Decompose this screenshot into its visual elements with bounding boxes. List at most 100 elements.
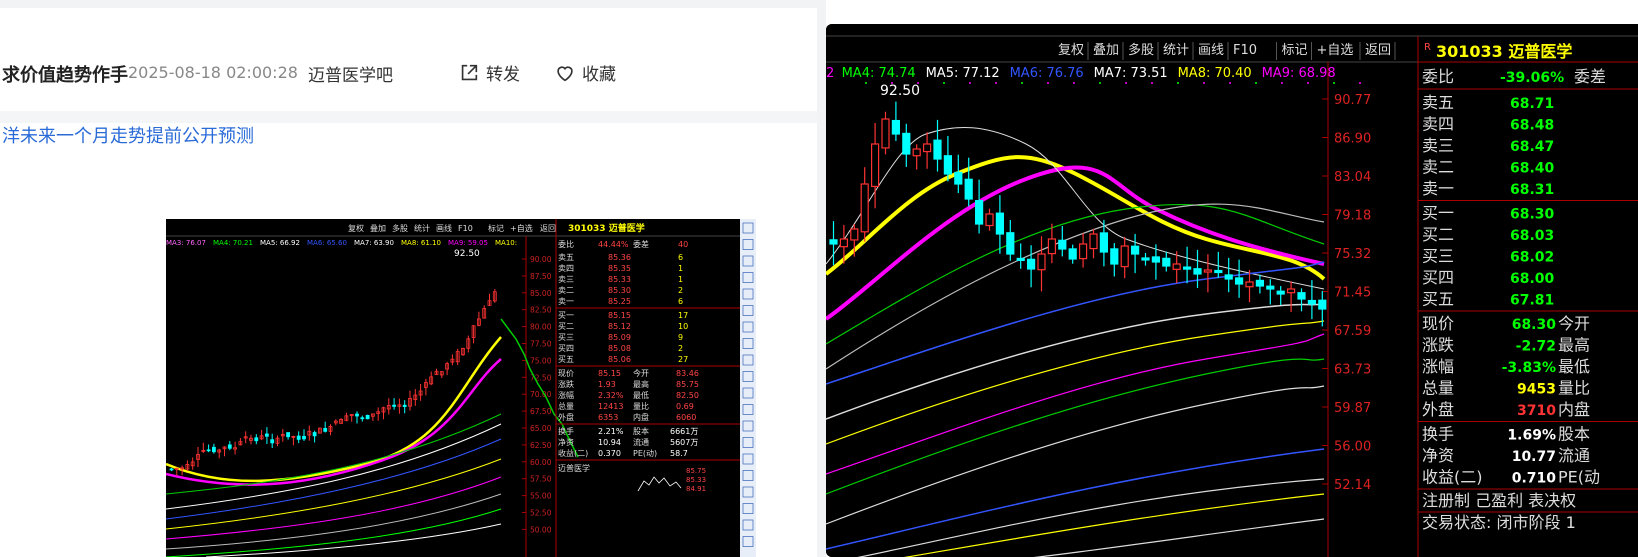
- big-stat-label2: 内盘: [1558, 400, 1590, 419]
- big-candle-body: [922, 143, 932, 153]
- small-buy-price: 85.09: [608, 333, 631, 342]
- big-ma-dot: [1021, 82, 1023, 84]
- big-stat2-value: 10.77: [1512, 449, 1556, 465]
- big-stat-label2: 今开: [1558, 314, 1590, 333]
- big-ma-dot: [1229, 82, 1231, 84]
- small-buy-label: 买一: [558, 311, 574, 320]
- small-stat2-label2: 流通: [633, 437, 649, 447]
- big-candle-body: [1245, 281, 1254, 288]
- small-stat2-value: 10.94: [598, 438, 621, 447]
- big-ma-dot: [865, 82, 867, 84]
- favorite-button[interactable]: 收藏: [554, 60, 616, 85]
- big-sell-price: 68.47: [1510, 139, 1554, 155]
- small-menu-item: +自选: [510, 223, 533, 233]
- big-axis-label: 79.18: [1334, 209, 1371, 224]
- small-stat-value2: 6060: [676, 413, 696, 422]
- small-axis-label: 60.00: [530, 458, 552, 467]
- small-sell-price: 85.33: [608, 275, 631, 284]
- big-candle-body: [1235, 277, 1244, 285]
- big-sell-label: 卖一: [1422, 179, 1454, 198]
- big-ma-dot: [1151, 82, 1153, 84]
- favorite-label: 收藏: [582, 65, 616, 85]
- big-candle-body: [1058, 239, 1067, 250]
- small-candle-body: [212, 446, 216, 453]
- small-stat-label: 总量: [558, 401, 574, 411]
- big-high-marker: 92.50: [880, 83, 920, 99]
- small-stock-chart: 复权 叠加 多股 统计 画线 F10 标记 +自选 返回 MA3: 76.07 MA4: 70.2…: [166, 219, 756, 557]
- small-stat2-label: 净资: [558, 437, 574, 447]
- small-buy-vol: 17: [678, 311, 688, 320]
- small-buy-vol: 27: [678, 355, 688, 364]
- big-sell-price: 68.71: [1510, 96, 1554, 112]
- small-stat-value2: 82.50: [676, 391, 699, 400]
- big-stat-label: 现价: [1422, 314, 1454, 333]
- small-buy-label: 买五: [558, 355, 574, 364]
- big-candle-body: [985, 213, 994, 227]
- small-menu-item: 复权: [348, 223, 364, 233]
- small-mini-price: 85.75: [686, 467, 706, 475]
- small-buy-price: 85.15: [608, 311, 631, 320]
- big-candle-body: [1089, 233, 1098, 250]
- big-buy-label: 买一: [1422, 204, 1454, 223]
- small-mini-price: 85.33: [686, 476, 706, 484]
- big-axis-label: 67.59: [1334, 324, 1371, 339]
- small-candle-body: [302, 435, 306, 440]
- small-candle-body: [296, 435, 301, 440]
- small-stat-label2: 最高: [633, 379, 649, 389]
- big-ma-dot: [1359, 82, 1361, 84]
- big-candle-body: [912, 148, 921, 157]
- small-buy-label: 买三: [558, 333, 574, 342]
- big-candle-body: [1193, 268, 1202, 275]
- big-stock-r-flag: R: [1424, 42, 1431, 53]
- small-stat-value: 85.15: [598, 369, 621, 378]
- small-stat2-label: 收益(二): [558, 448, 588, 458]
- big-buy-label: 买三: [1422, 247, 1454, 266]
- small-candle-body: [254, 437, 259, 442]
- small-weicha-value: 40: [678, 240, 688, 249]
- forward-label: 转发: [486, 65, 520, 85]
- small-stat-label: 涨跌: [558, 379, 574, 389]
- big-ma-dot: [1255, 82, 1257, 84]
- small-stat-value: 2.32%: [598, 391, 624, 400]
- big-ma-dot: [1333, 82, 1335, 84]
- big-menu-item: 返回: [1365, 43, 1391, 58]
- big-stat-value: -2.72: [1516, 339, 1556, 355]
- small-axis-label: 80.00: [530, 323, 552, 332]
- forward-button[interactable]: 转发: [458, 60, 520, 85]
- author-name[interactable]: 求价值趋势作手: [2, 61, 128, 87]
- big-stat-label2: 量比: [1558, 379, 1590, 398]
- small-weibi-label: 委比: [558, 239, 574, 249]
- big-ma-label: MA4: 74.74: [842, 66, 916, 81]
- big-ma-dot: [1307, 82, 1309, 84]
- big-stat2-label: 收益(二): [1422, 468, 1483, 487]
- big-ma-label: MA8: 70.40: [1178, 66, 1252, 81]
- big-candle-body: [1047, 238, 1056, 255]
- big-candle-body: [1141, 257, 1150, 261]
- big-candle-body: [1016, 257, 1025, 262]
- post-title-link[interactable]: 洋未来一个月走势提前公开预测: [2, 122, 254, 148]
- small-sell-vol: 6: [678, 253, 683, 262]
- small-weicha-label: 委差: [633, 239, 649, 249]
- big-candle-body: [829, 239, 838, 245]
- big-candle-body: [1120, 245, 1129, 268]
- big-buy-price: 68.03: [1510, 228, 1554, 244]
- small-stat-value2: 0.69: [676, 402, 694, 411]
- small-axis-label: 50.00: [530, 525, 552, 534]
- big-footer-line2: 交易状态: 闭市阶段 1: [1422, 513, 1576, 532]
- small-ma-legend: MA3: 76.07 MA4: 70.21 MA5: 66.92 MA6: 65.60…: [166, 239, 517, 247]
- big-candle-body: [1162, 257, 1171, 267]
- big-stat-label: 外盘: [1422, 400, 1454, 419]
- big-chart-screenshot: 复权 叠加 多股 统计 画线 F10 标记 +自选 返回 2 MA4: 74.74 MA5: 77.…: [826, 24, 1638, 557]
- big-stat-label2: 最低: [1558, 357, 1590, 376]
- big-ma-dot: [1281, 82, 1283, 84]
- big-axis-label: 52.14: [1334, 478, 1371, 493]
- small-axis-label: 55.00: [530, 492, 552, 501]
- small-stat2-value2: 5607万: [670, 438, 698, 447]
- small-buy-price: 85.06: [608, 355, 631, 364]
- small-ma-label: MA6: 65.60: [307, 239, 347, 247]
- small-stock-title: 301033 迈普医学: [568, 222, 645, 234]
- small-menu-item: 统计: [414, 223, 430, 233]
- small-ma-label: MA7: 63.90: [354, 239, 394, 247]
- bar-name[interactable]: 迈普医学吧: [308, 61, 393, 86]
- big-candle-body: [1266, 285, 1275, 290]
